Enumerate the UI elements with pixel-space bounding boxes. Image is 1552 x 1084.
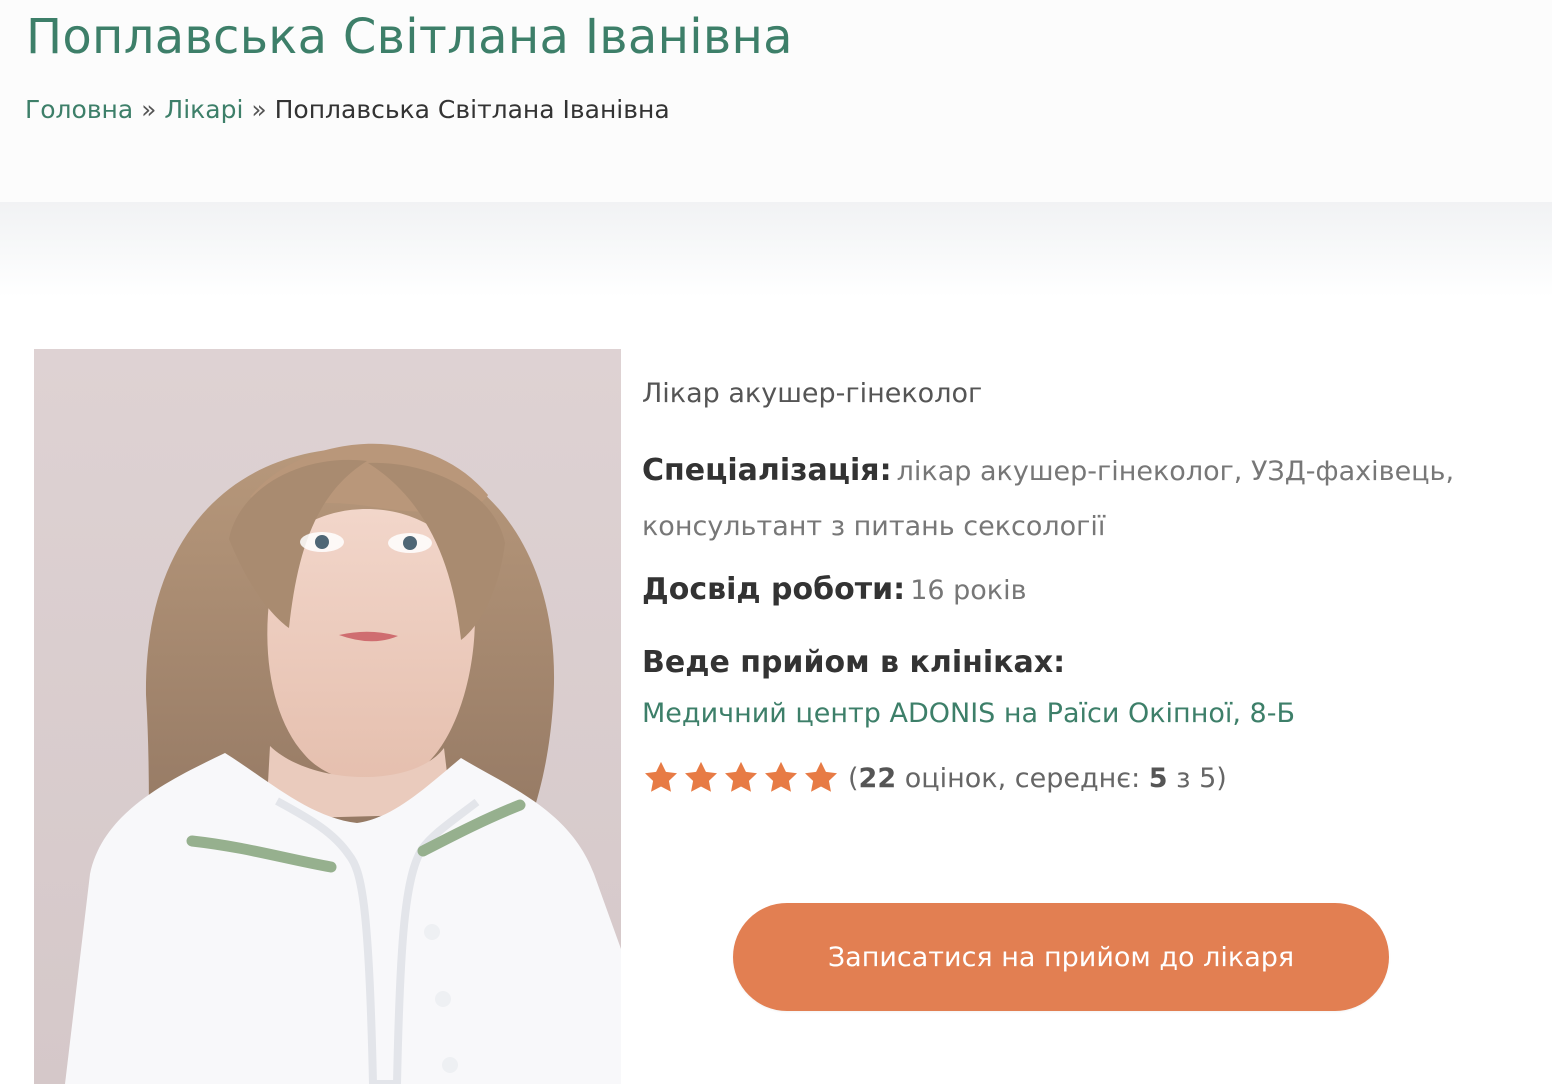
specialization-row: Спеціалізація: лікар акушер-гінеколог, У… bbox=[642, 445, 1502, 556]
clinics-label: Веде прийом в клініках: bbox=[642, 645, 1066, 680]
doctor-photo bbox=[34, 349, 621, 1084]
breadcrumb-current: Поплавська Світлана Іванівна bbox=[274, 95, 670, 124]
experience-row: Досвід роботи: 16 років bbox=[642, 570, 1027, 614]
specialization-label: Спеціалізація: bbox=[642, 453, 892, 488]
experience-label: Досвід роботи: bbox=[642, 572, 906, 607]
rating-summary: (22 оцінок, середнє: 5 з 5) bbox=[848, 762, 1227, 794]
star-icon[interactable] bbox=[682, 759, 720, 797]
breadcrumb-doctors-link[interactable]: Лікарі bbox=[164, 95, 243, 124]
rating-count: 22 bbox=[858, 762, 897, 794]
breadcrumb-separator: » bbox=[141, 95, 157, 124]
rating-stars bbox=[642, 759, 840, 797]
breadcrumb: Головна » Лікарі » Поплавська Світлана І… bbox=[25, 93, 670, 127]
star-icon[interactable] bbox=[722, 759, 760, 797]
breadcrumb-separator: » bbox=[251, 95, 267, 124]
breadcrumb-home-link[interactable]: Головна bbox=[25, 95, 133, 124]
appointment-button[interactable]: Записатися на прийом до лікаря bbox=[733, 903, 1389, 1011]
header-shadow bbox=[0, 202, 1552, 297]
page-title: Поплавська Світлана Іванівна bbox=[26, 9, 793, 65]
star-icon[interactable] bbox=[642, 759, 680, 797]
doctor-position: Лікар акушер-гінеколог bbox=[642, 378, 983, 409]
star-icon[interactable] bbox=[762, 759, 800, 797]
experience-value: 16 років bbox=[910, 575, 1027, 606]
clinic-link[interactable]: Медичний центр ADONIS на Раїси Окіпної, … bbox=[642, 695, 1295, 733]
star-icon[interactable] bbox=[802, 759, 840, 797]
page-header: Поплавська Світлана Іванівна Головна » Л… bbox=[0, 0, 1552, 202]
rating-average: 5 bbox=[1148, 762, 1168, 794]
rating: (22 оцінок, середнє: 5 з 5) bbox=[642, 758, 1227, 798]
